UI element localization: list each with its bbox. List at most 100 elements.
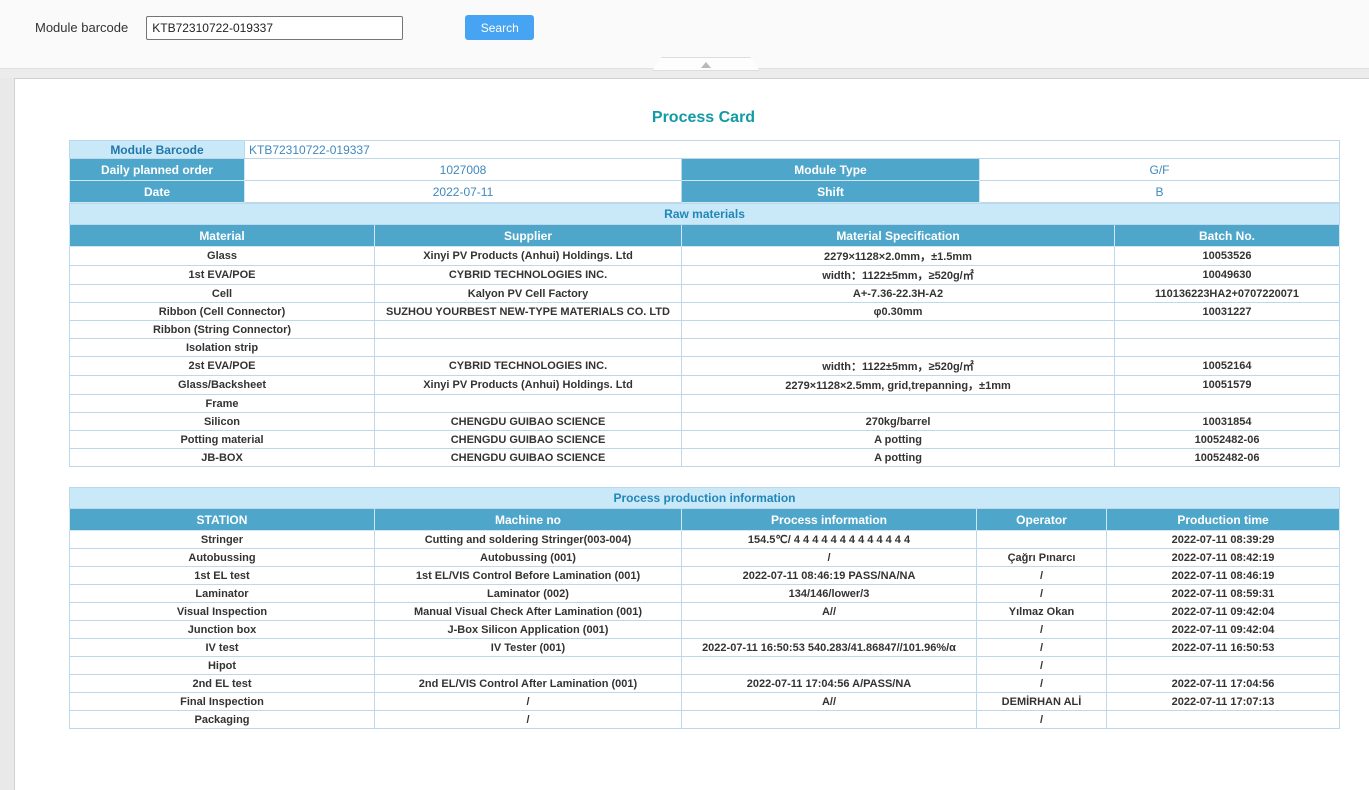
date-value: 2022-07-11 [245, 181, 682, 203]
table-cell: 2022-07-11 08:42:19 [1107, 549, 1340, 567]
table-cell: A potting [682, 431, 1115, 449]
table-cell: CYBRID TECHNOLOGIES INC. [375, 357, 682, 376]
table-cell: 2022-07-11 17:04:56 [1107, 675, 1340, 693]
table-cell: 270kg/barrel [682, 413, 1115, 431]
table-cell: Isolation strip [70, 339, 375, 357]
search-button[interactable]: Search [465, 15, 534, 40]
table-row: Date 2022-07-11 Shift B [70, 181, 1340, 203]
table-cell: Manual Visual Check After Lamination (00… [375, 603, 682, 621]
table-cell: 1st EL test [70, 567, 375, 585]
table-row: Visual InspectionManual Visual Check Aft… [70, 603, 1340, 621]
table-cell: Kalyon PV Cell Factory [375, 285, 682, 303]
column-header-machine-no: Machine no [375, 509, 682, 531]
table-cell: Ribbon (Cell Connector) [70, 303, 375, 321]
table-row: Process production information [70, 488, 1340, 509]
daily-planned-order-label: Daily planned order [70, 159, 245, 181]
table-row: Frame [70, 395, 1340, 413]
table-cell [682, 621, 977, 639]
table-cell: 2022-07-11 16:50:53 540.283/41.86847//10… [682, 639, 977, 657]
table-cell: CHENGDU GUIBAO SCIENCE [375, 431, 682, 449]
module-barcode-input[interactable] [146, 16, 403, 40]
table-row: Glass/BacksheetXinyi PV Products (Anhui)… [70, 376, 1340, 395]
table-cell [1115, 339, 1340, 357]
table-row: Final Inspection/A//DEMİRHAN ALİ2022-07-… [70, 693, 1340, 711]
table-row: StringerCutting and soldering Stringer(0… [70, 531, 1340, 549]
shift-label: Shift [682, 181, 980, 203]
column-header-station: STATION [70, 509, 375, 531]
table-cell: / [977, 675, 1107, 693]
table-row: AutobussingAutobussing (001)/Çağrı Pınar… [70, 549, 1340, 567]
module-info-table: Module Barcode KTB72310722-019337 Daily … [69, 140, 1340, 203]
table-cell: 10051579 [1115, 376, 1340, 395]
table-row: 1st EVA/POECYBRID TECHNOLOGIES INC.width… [70, 266, 1340, 285]
table-cell [375, 339, 682, 357]
raw-materials-table: Raw materials Material Supplier Material… [69, 203, 1340, 467]
table-cell: IV Tester (001) [375, 639, 682, 657]
table-cell: 2022-07-11 09:42:04 [1107, 603, 1340, 621]
collapse-handle[interactable] [652, 57, 760, 71]
table-row: Ribbon (Cell Connector)SUZHOU YOURBEST N… [70, 303, 1340, 321]
table-cell: SUZHOU YOURBEST NEW-TYPE MATERIALS CO. L… [375, 303, 682, 321]
table-cell [375, 321, 682, 339]
table-cell [1115, 321, 1340, 339]
table-row: CellKalyon PV Cell FactoryA+-7.36-22.3H-… [70, 285, 1340, 303]
table-row: JB-BOXCHENGDU GUIBAO SCIENCEA potting100… [70, 449, 1340, 467]
search-bar: Module barcode Search [0, 0, 1369, 55]
table-row: Daily planned order 1027008 Module Type … [70, 159, 1340, 181]
table-header-row: STATION Machine no Process information O… [70, 509, 1340, 531]
table-cell: 2022-07-11 08:46:19 PASS/NA/NA [682, 567, 977, 585]
table-cell: / [375, 711, 682, 729]
table-cell [682, 711, 977, 729]
process-section-title: Process production information [70, 488, 1340, 509]
table-cell: 110136223HA2+0707220071 [1115, 285, 1340, 303]
column-header-supplier: Supplier [375, 225, 682, 247]
table-cell: 10031854 [1115, 413, 1340, 431]
table-cell: 134/146/lower/3 [682, 585, 977, 603]
table-cell: 2022-07-11 08:39:29 [1107, 531, 1340, 549]
table-row: Module Barcode KTB72310722-019337 [70, 141, 1340, 159]
table-row: 2st EVA/POECYBRID TECHNOLOGIES INC.width… [70, 357, 1340, 376]
table-cell: Yılmaz Okan [977, 603, 1107, 621]
table-cell: 10053526 [1115, 247, 1340, 266]
column-header-production-time: Production time [1107, 509, 1340, 531]
process-production-table: Process production information STATION M… [69, 487, 1340, 729]
table-row: SiliconCHENGDU GUIBAO SCIENCE270kg/barre… [70, 413, 1340, 431]
table-cell: 10049630 [1115, 266, 1340, 285]
table-cell: 10052482-06 [1115, 449, 1340, 467]
table-cell: Junction box [70, 621, 375, 639]
table-header-row: Material Supplier Material Specification… [70, 225, 1340, 247]
page-title: Process Card [69, 109, 1338, 127]
table-cell [682, 395, 1115, 413]
column-header-operator: Operator [977, 509, 1107, 531]
table-cell: Çağrı Pınarcı [977, 549, 1107, 567]
table-cell: 2022-07-11 08:46:19 [1107, 567, 1340, 585]
chevron-up-icon [701, 62, 711, 68]
module-barcode-label: Module barcode [35, 20, 128, 35]
table-cell: CYBRID TECHNOLOGIES INC. [375, 266, 682, 285]
table-cell: 2279×1128×2.5mm, grid,trepanning，±1mm [682, 376, 1115, 395]
table-cell: 2022-07-11 17:04:56 A/PASS/NA [682, 675, 977, 693]
table-cell: DEMİRHAN ALİ [977, 693, 1107, 711]
table-cell: Cutting and soldering Stringer(003-004) [375, 531, 682, 549]
table-cell: J-Box Silicon Application (001) [375, 621, 682, 639]
table-row: IV testIV Tester (001)2022-07-11 16:50:5… [70, 639, 1340, 657]
daily-planned-order-value: 1027008 [245, 159, 682, 181]
table-cell: 1st EL/VIS Control Before Lamination (00… [375, 567, 682, 585]
table-cell: 10052482-06 [1115, 431, 1340, 449]
table-cell [682, 657, 977, 675]
table-cell: Glass [70, 247, 375, 266]
table-cell: Ribbon (String Connector) [70, 321, 375, 339]
table-cell: φ0.30mm [682, 303, 1115, 321]
table-row: 1st EL test1st EL/VIS Control Before Lam… [70, 567, 1340, 585]
table-cell: Stringer [70, 531, 375, 549]
table-cell: 2279×1128×2.0mm，±1.5mm [682, 247, 1115, 266]
table-cell: 2nd EL/VIS Control After Lamination (001… [375, 675, 682, 693]
table-cell: A// [682, 603, 977, 621]
table-cell: Laminator (002) [375, 585, 682, 603]
date-label: Date [70, 181, 245, 203]
module-barcode-row-label: Module Barcode [70, 141, 245, 159]
table-cell: Glass/Backsheet [70, 376, 375, 395]
table-cell: Silicon [70, 413, 375, 431]
table-cell: Hipot [70, 657, 375, 675]
table-row: GlassXinyi PV Products (Anhui) Holdings.… [70, 247, 1340, 266]
